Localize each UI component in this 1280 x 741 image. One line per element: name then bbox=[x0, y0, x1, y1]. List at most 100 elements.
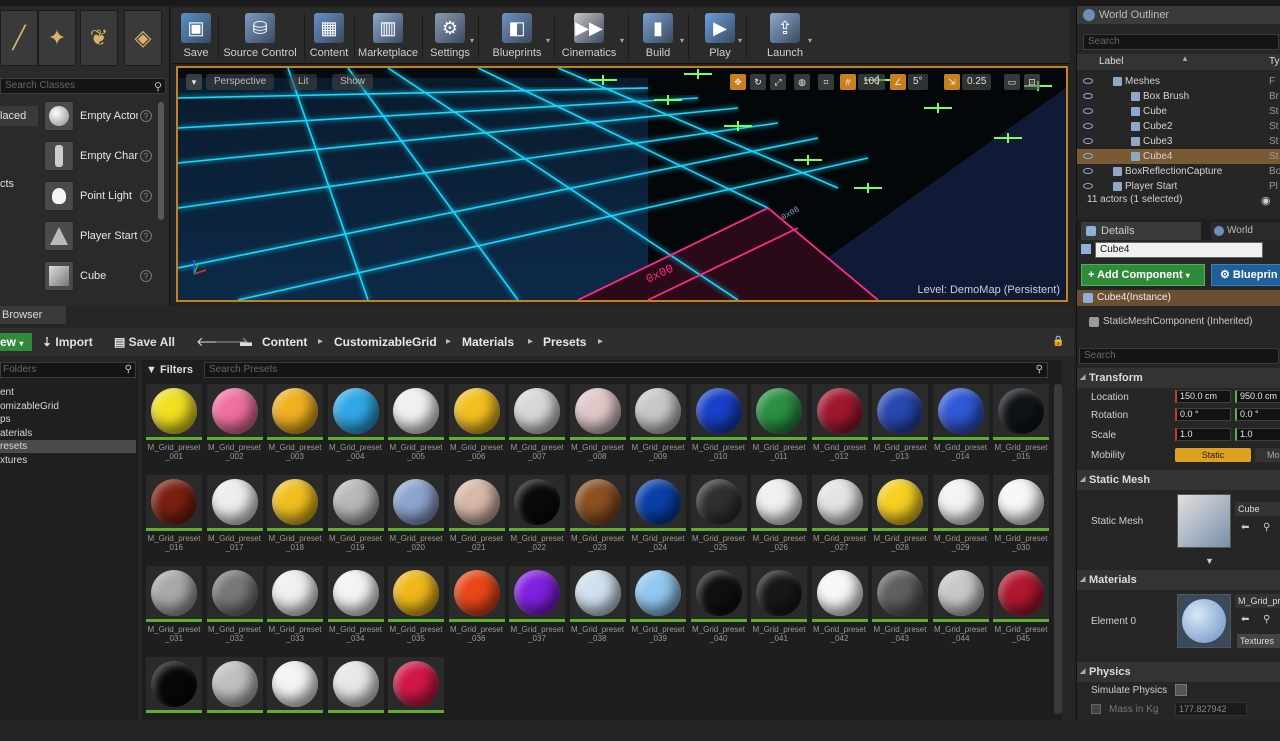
mode-foliage-tab[interactable]: ❦ bbox=[80, 10, 118, 66]
breadcrumb-separator-icon[interactable]: ▸ bbox=[598, 333, 603, 351]
material-asset[interactable]: M_Grid_preset_007 bbox=[509, 384, 565, 468]
material-asset[interactable]: M_Grid_preset_013 bbox=[872, 384, 928, 468]
place-item-empty-character[interactable]: Empty Character ? bbox=[44, 138, 158, 174]
lit-button[interactable]: Lit bbox=[290, 74, 317, 90]
chevron-down-icon[interactable]: ▾ bbox=[470, 36, 474, 45]
place-item-empty-actor[interactable]: Empty Actor ? bbox=[44, 98, 158, 134]
import-button[interactable]: ⇣ Import bbox=[42, 333, 93, 351]
material-asset[interactable]: M_Grid_preset_025 bbox=[690, 475, 747, 559]
help-icon[interactable]: ? bbox=[140, 150, 152, 162]
material-asset[interactable]: M_Grid_preset_040 bbox=[690, 566, 747, 650]
asset-scrollbar[interactable] bbox=[1054, 384, 1062, 714]
modes-scrollbar[interactable] bbox=[158, 102, 164, 220]
material-asset[interactable]: M_Grid_preset_038 bbox=[569, 566, 626, 650]
help-icon[interactable]: ? bbox=[140, 230, 152, 242]
component-row[interactable]: StaticMeshComponent (Inherited) bbox=[1077, 314, 1280, 330]
outliner-row[interactable]: Player Start Pl bbox=[1077, 179, 1280, 194]
chevron-down-icon[interactable]: ▾ bbox=[620, 36, 624, 45]
chevron-down-icon[interactable]: ▾ bbox=[546, 36, 550, 45]
material-asset[interactable]: M_Grid_preset_020 bbox=[388, 475, 444, 559]
column-type[interactable]: Ty bbox=[1269, 56, 1280, 67]
rotation-y-input[interactable]: 0.0 ° bbox=[1235, 408, 1280, 421]
scale-tool-icon[interactable]: ⤢ bbox=[770, 74, 786, 90]
material-asset[interactable] bbox=[206, 657, 263, 741]
save-button[interactable]: ▣ Save bbox=[176, 8, 216, 62]
camera-speed-icon[interactable]: ▭ bbox=[1004, 74, 1020, 90]
expand-arrow-icon[interactable]: ▼ bbox=[1205, 556, 1214, 566]
sort-ascending-icon[interactable]: ▲ bbox=[1181, 54, 1189, 63]
breadcrumb-separator-icon[interactable]: ▸ bbox=[528, 333, 533, 351]
details-tab[interactable]: Details bbox=[1081, 222, 1201, 240]
material-asset[interactable]: M_Grid_preset_024 bbox=[630, 475, 686, 559]
material-asset[interactable]: M_Grid_preset_002 bbox=[206, 384, 263, 468]
material-asset[interactable]: M_Grid_preset_017 bbox=[206, 475, 263, 559]
help-icon[interactable]: ? bbox=[140, 270, 152, 282]
use-selected-arrow-icon[interactable]: ⬅ bbox=[1241, 614, 1249, 625]
mode-geometry-tab[interactable]: ◈ bbox=[124, 10, 162, 66]
material-asset[interactable] bbox=[388, 657, 444, 741]
grid-snap-icon[interactable]: # bbox=[840, 74, 856, 90]
grid-snap-value[interactable]: 100 bbox=[858, 74, 885, 90]
rotation-label[interactable]: Rotation bbox=[1091, 410, 1128, 421]
rotate-tool-icon[interactable]: ↻ bbox=[750, 74, 766, 90]
scale-x-input[interactable]: 1.0 bbox=[1175, 428, 1231, 441]
material-asset[interactable]: M_Grid_preset_004 bbox=[327, 384, 384, 468]
component-instance-row[interactable]: Cube4(Instance) bbox=[1077, 290, 1280, 306]
place-item-player-start[interactable]: Player Start ? bbox=[44, 218, 158, 254]
level-viewport[interactable]: 0x00 0x08 ▾ Perspective Lit Show ✥ ↻ ⤢ ◍… bbox=[176, 66, 1068, 302]
static-mesh-value[interactable]: Cube bbox=[1235, 502, 1280, 516]
material-asset[interactable]: M_Grid_preset_021 bbox=[448, 475, 505, 559]
static-mesh-thumbnail[interactable] bbox=[1177, 494, 1231, 548]
material-asset[interactable]: M_Grid_preset_043 bbox=[872, 566, 928, 650]
material-asset[interactable]: M_Grid_preset_012 bbox=[811, 384, 868, 468]
material-value[interactable]: M_Grid_pr bbox=[1235, 594, 1280, 608]
material-asset[interactable]: M_Grid_preset_014 bbox=[932, 384, 989, 468]
visibility-eye-icon[interactable] bbox=[1083, 123, 1093, 129]
column-label[interactable]: Label bbox=[1099, 56, 1123, 67]
browse-search-icon[interactable]: ⚲ bbox=[1263, 614, 1270, 625]
material-asset[interactable]: M_Grid_preset_035 bbox=[388, 566, 444, 650]
material-asset[interactable]: M_Grid_preset_010 bbox=[690, 384, 747, 468]
visibility-eye-icon[interactable] bbox=[1083, 108, 1093, 114]
cinematics-button[interactable]: ▶▶ Cinematics bbox=[552, 8, 626, 62]
outliner-row[interactable]: Cube2 St bbox=[1077, 119, 1280, 134]
add-component-button[interactable]: + Add Component ▾ bbox=[1081, 264, 1205, 286]
material-asset[interactable]: M_Grid_preset_037 bbox=[509, 566, 565, 650]
material-asset[interactable]: M_Grid_preset_027 bbox=[811, 475, 868, 559]
material-asset[interactable]: M_Grid_preset_044 bbox=[932, 566, 989, 650]
location-x-input[interactable]: 150.0 cm bbox=[1175, 390, 1231, 403]
simulate-physics-checkbox[interactable] bbox=[1175, 684, 1187, 696]
lock-icon[interactable]: 🔒 bbox=[1052, 333, 1064, 351]
content-button[interactable]: ▦ Content bbox=[306, 8, 352, 62]
play-button[interactable]: ▶ Play bbox=[696, 8, 744, 62]
material-asset[interactable]: M_Grid_preset_022 bbox=[509, 475, 565, 559]
show-button[interactable]: Show bbox=[332, 74, 374, 90]
folder-item[interactable]: resets bbox=[0, 440, 136, 453]
save-all-button[interactable]: ▤ Save All bbox=[114, 333, 175, 351]
scale-label[interactable]: Scale bbox=[1091, 430, 1116, 441]
material-asset[interactable]: M_Grid_preset_042 bbox=[811, 566, 868, 650]
folder-item[interactable]: xtures bbox=[0, 454, 136, 467]
translate-tool-icon[interactable]: ✥ bbox=[730, 74, 746, 90]
material-asset[interactable]: M_Grid_preset_016 bbox=[146, 475, 202, 559]
material-asset[interactable]: M_Grid_preset_001 bbox=[146, 384, 202, 468]
material-asset[interactable]: M_Grid_preset_033 bbox=[267, 566, 323, 650]
material-asset[interactable]: M_Grid_preset_026 bbox=[751, 475, 807, 559]
material-asset[interactable]: M_Grid_preset_031 bbox=[146, 566, 202, 650]
material-asset[interactable] bbox=[267, 657, 323, 741]
visibility-eye-icon[interactable] bbox=[1083, 93, 1093, 99]
material-asset[interactable]: M_Grid_preset_008 bbox=[569, 384, 626, 468]
rotation-snap-value[interactable]: 5° bbox=[908, 74, 928, 90]
breadcrumb-materials[interactable]: Materials bbox=[462, 333, 514, 351]
outliner-search-input[interactable]: Search bbox=[1083, 34, 1279, 50]
material-asset[interactable]: M_Grid_preset_028 bbox=[872, 475, 928, 559]
scale-snap-value[interactable]: 0.25 bbox=[962, 74, 992, 90]
rotation-x-input[interactable]: 0.0 ° bbox=[1175, 408, 1231, 421]
material-asset[interactable]: M_Grid_preset_039 bbox=[630, 566, 686, 650]
mass-input[interactable]: 177.827942 bbox=[1175, 702, 1247, 716]
material-asset[interactable]: M_Grid_preset_045 bbox=[993, 566, 1049, 650]
materials-section[interactable]: Materials bbox=[1077, 570, 1280, 590]
content-browser-tab[interactable]: Browser bbox=[0, 306, 66, 324]
mass-override-checkbox[interactable] bbox=[1091, 704, 1101, 714]
mobility-static-toggle[interactable]: Static bbox=[1175, 448, 1251, 462]
